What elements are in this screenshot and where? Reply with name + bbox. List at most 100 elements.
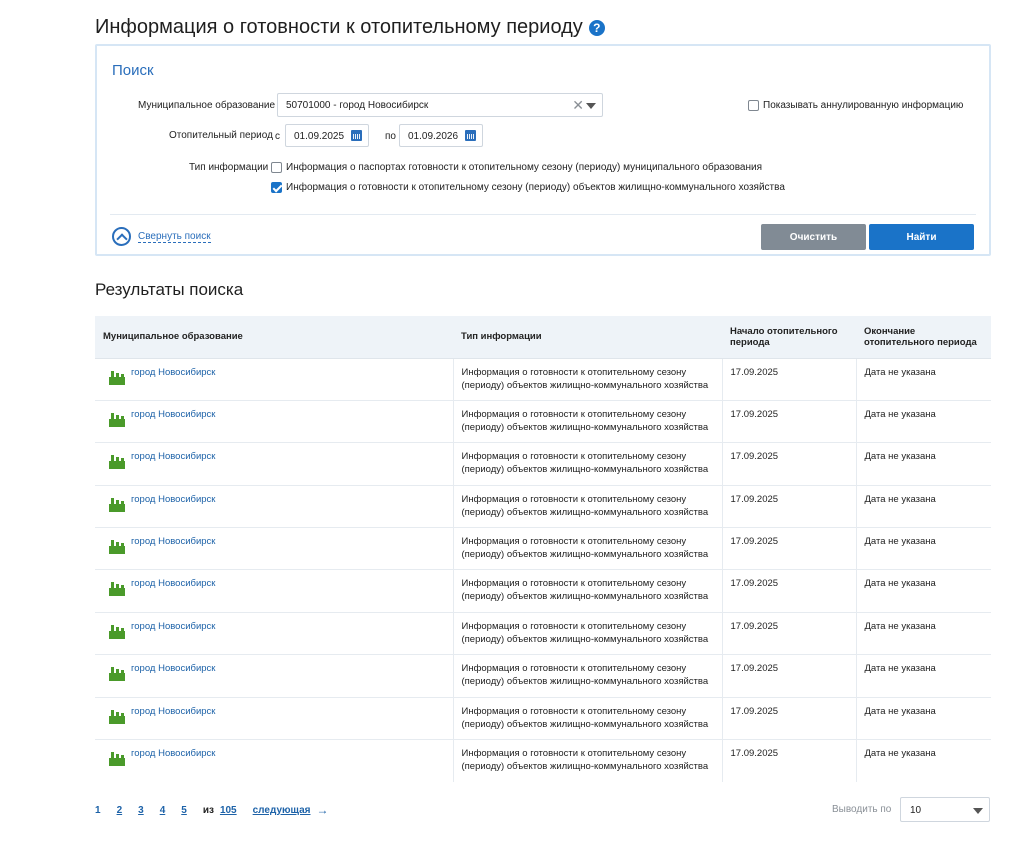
info-type-passports-label[interactable]: Информация о паспортах готовности к отоп…	[286, 162, 762, 173]
municipality-cell: город Новосибирск	[95, 611, 454, 655]
municipality-label: Муниципальное образование	[138, 100, 276, 111]
end-date-cell: Дата не указана	[856, 527, 991, 570]
info-type-label: Тип информации	[189, 162, 269, 173]
table-row: город Новосибирск Информация о готовности…	[95, 442, 991, 486]
start-date-cell: 17.09.2025	[722, 611, 857, 655]
page-link-1[interactable]: 1	[95, 805, 101, 816]
clear-button[interactable]: Очистить	[761, 224, 866, 250]
info-type-cell: Информация о готовности к отопительному …	[453, 611, 723, 655]
clear-selection-icon[interactable]: ✕	[572, 97, 584, 114]
pagination-of-label: из	[202, 804, 214, 816]
collapse-search-link[interactable]: Свернуть поиск	[138, 231, 211, 243]
search-panel-title: Поиск	[112, 62, 154, 79]
chevron-down-icon[interactable]	[586, 103, 596, 109]
info-type-cell: Информация о готовности к отопительному …	[453, 527, 723, 570]
table-header-row: Муниципальное образование Тип информации…	[95, 316, 991, 359]
info-type-objects-checkbox[interactable]	[271, 182, 282, 193]
end-date-cell: Дата не указана	[856, 357, 991, 401]
calendar-icon[interactable]	[351, 130, 362, 141]
municipality-cell-content: город Новосибирск	[109, 450, 445, 470]
municipality-cell-content: город Новосибирск	[109, 662, 445, 682]
start-date-cell: 17.09.2025	[722, 696, 857, 740]
page-link-3[interactable]: 3	[138, 805, 144, 816]
pagination-total-link[interactable]: 105	[220, 805, 237, 816]
municipality-link[interactable]: город Новосибирск	[131, 620, 215, 633]
municipality-cell-content: город Новосибирск	[109, 620, 445, 639]
table-row: город Новосибирск Информация о готовности…	[95, 654, 991, 698]
municipality-link[interactable]: город Новосибирск	[131, 577, 215, 590]
municipality-select[interactable]: 50701000 - город Новосибирск ✕	[277, 93, 603, 117]
info-type-cell: Информация о готовности к отопительному …	[453, 569, 723, 613]
page-link-5[interactable]: 5	[181, 805, 187, 816]
show-cancelled-label[interactable]: Показывать аннулированную информацию	[763, 100, 963, 111]
end-date-cell: Дата не указана	[856, 654, 991, 698]
factory-icon	[109, 412, 125, 427]
municipality-link[interactable]: город Новосибирск	[131, 493, 215, 506]
table-row: город Новосибирск Информация о готовности…	[95, 484, 991, 528]
page-title: Информация о готовности к отопительному …	[95, 16, 605, 39]
next-page-link[interactable]: следующая	[253, 805, 311, 816]
municipality-cell: город Новосибирск	[95, 654, 454, 698]
start-date-cell: 17.09.2025	[722, 654, 857, 698]
info-type-cell: Информация о готовности к отопительному …	[453, 357, 723, 401]
info-type-cell: Информация о готовности к отопительному …	[453, 739, 723, 782]
municipality-cell-content: город Новосибирск	[109, 747, 445, 767]
municipality-link[interactable]: город Новосибирск	[131, 366, 215, 379]
info-type-cell: Информация о готовности к отопительному …	[453, 399, 723, 443]
start-date-cell: 17.09.2025	[722, 484, 857, 528]
results-table: Муниципальное образование Тип информации…	[95, 316, 991, 782]
period-from-label: с	[275, 131, 280, 142]
table-row: город Новосибирск Информация о готовности…	[95, 739, 991, 782]
municipality-cell: город Новосибирск	[95, 442, 454, 486]
column-header-info-type: Тип информации	[453, 316, 722, 359]
panel-divider	[110, 214, 976, 215]
find-button[interactable]: Найти	[869, 224, 974, 250]
start-date-cell: 17.09.2025	[722, 569, 857, 613]
municipality-cell-content: город Новосибирск	[109, 408, 445, 427]
arrow-right-icon[interactable]: →	[317, 803, 329, 817]
municipality-link[interactable]: город Новосибирск	[131, 450, 215, 463]
end-date-cell: Дата не указана	[856, 399, 991, 443]
start-date-cell: 17.09.2025	[722, 399, 857, 443]
info-type-cell: Информация о готовности к отопительному …	[453, 484, 723, 528]
period-to-date-value: 01.09.2026	[408, 131, 459, 142]
municipality-link[interactable]: город Новосибирск	[131, 705, 215, 718]
end-date-cell: Дата не указана	[856, 442, 991, 486]
municipality-link[interactable]: город Новосибирск	[131, 747, 215, 760]
factory-icon	[109, 540, 125, 555]
factory-icon	[109, 582, 125, 597]
period-from-date-input[interactable]: 01.09.2025	[285, 124, 369, 147]
end-date-cell: Дата не указана	[856, 569, 991, 613]
info-type-cell: Информация о готовности к отопительному …	[453, 442, 723, 486]
start-date-cell: 17.09.2025	[722, 739, 857, 782]
page-title-text: Информация о готовности к отопительному …	[95, 16, 583, 38]
results-title: Результаты поиска	[95, 280, 244, 299]
municipality-cell-content: город Новосибирск	[109, 493, 445, 512]
table-row: город Новосибирск Информация о готовности…	[95, 527, 991, 570]
municipality-cell: город Новосибирск	[95, 399, 454, 443]
period-to-label: по	[385, 131, 396, 142]
municipality-link[interactable]: город Новосибирск	[131, 408, 215, 421]
factory-icon	[109, 455, 125, 470]
chevron-up-icon[interactable]	[112, 227, 131, 246]
pagination: 1 2 3 4 5 из 105 следующая →	[95, 803, 329, 817]
page-link-2[interactable]: 2	[117, 805, 123, 816]
help-icon[interactable]: ?	[588, 19, 605, 36]
municipality-link[interactable]: город Новосибирск	[131, 535, 215, 548]
info-type-passports-checkbox[interactable]	[271, 162, 282, 173]
page-link-4[interactable]: 4	[160, 805, 166, 816]
factory-icon	[109, 497, 125, 512]
column-header-start: Начало отопительного периода	[722, 316, 856, 359]
per-page-select[interactable]: 10	[900, 797, 990, 822]
period-to-date-input[interactable]: 01.09.2026	[399, 124, 483, 147]
results-body: город Новосибирск Информация о готовности…	[95, 357, 991, 782]
municipality-link[interactable]: город Новосибирск	[131, 662, 215, 675]
info-type-objects-label[interactable]: Информация о готовности к отопительному …	[286, 182, 785, 193]
heating-period-label: Отопительный период	[169, 130, 273, 141]
show-cancelled-checkbox[interactable]	[748, 100, 759, 111]
calendar-icon[interactable]	[465, 130, 476, 141]
municipality-cell: город Новосибирск	[95, 569, 454, 613]
column-header-end: Окончание отопительного периода	[856, 316, 991, 359]
table-row: город Новосибирск Информация о готовности…	[95, 569, 991, 613]
chevron-down-icon[interactable]	[973, 808, 983, 814]
